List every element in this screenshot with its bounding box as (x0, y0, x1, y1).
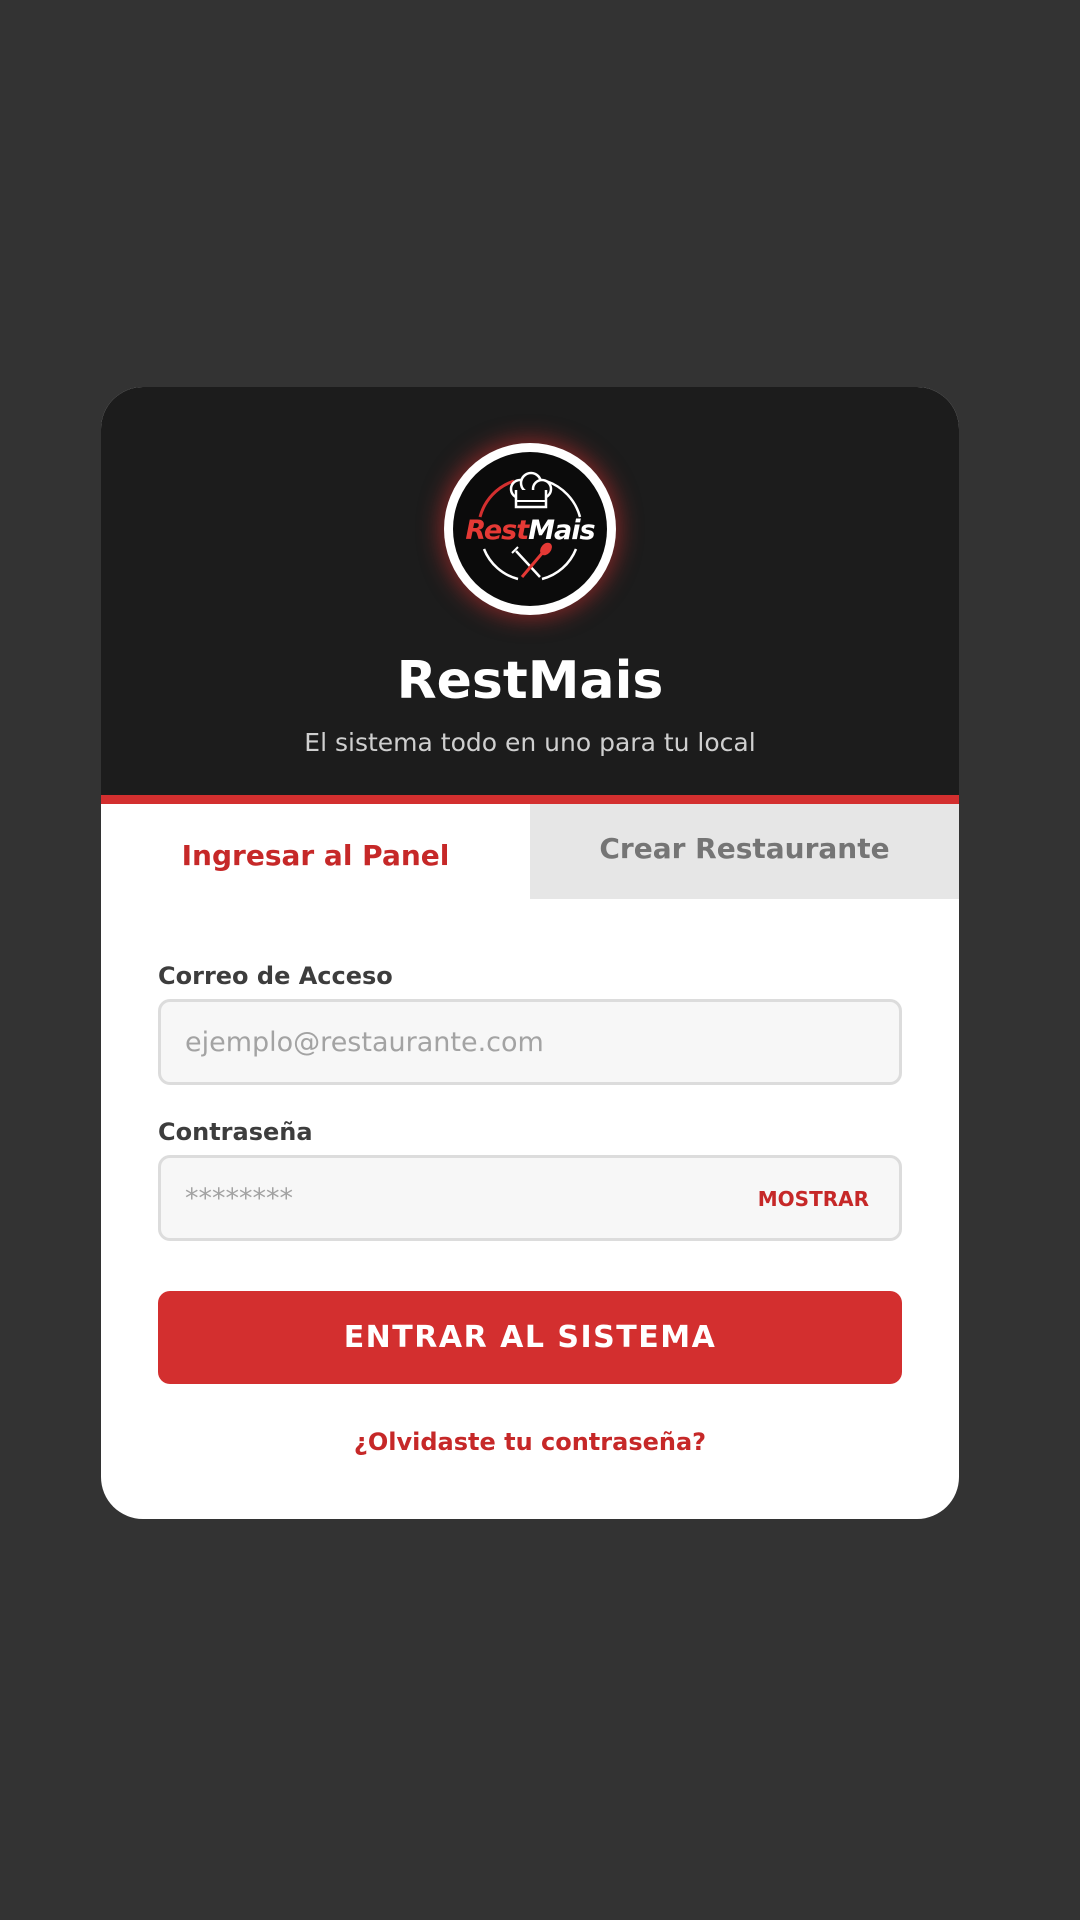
show-password-button[interactable]: MOSTRAR (758, 1158, 869, 1238)
svg-text:RestMais: RestMais (465, 515, 595, 546)
login-card: RestMais RestMais El sistema todo en uno… (101, 387, 959, 1519)
password-label: Contraseña (158, 1118, 313, 1146)
email-field[interactable] (185, 1002, 745, 1082)
chef-hat-cutlery-logo-icon: RestMais (453, 452, 607, 606)
card-header: RestMais RestMais El sistema todo en uno… (101, 387, 959, 795)
login-submit-button[interactable]: ENTRAR AL SISTEMA (158, 1291, 902, 1384)
email-field-container (158, 999, 902, 1085)
restmais-logo: RestMais (444, 443, 616, 615)
tab-login-panel[interactable]: Ingresar al Panel (101, 804, 530, 899)
password-field-container: MOSTRAR (158, 1155, 902, 1241)
password-field[interactable] (185, 1158, 745, 1238)
app-title: RestMais (396, 651, 664, 711)
email-label: Correo de Acceso (158, 962, 393, 990)
tab-create-restaurant[interactable]: Crear Restaurante (530, 804, 959, 899)
app-subtitle: El sistema todo en uno para tu local (304, 728, 756, 757)
header-divider (101, 795, 959, 804)
forgot-password-link[interactable]: ¿Olvidaste tu contraseña? (101, 1427, 959, 1457)
